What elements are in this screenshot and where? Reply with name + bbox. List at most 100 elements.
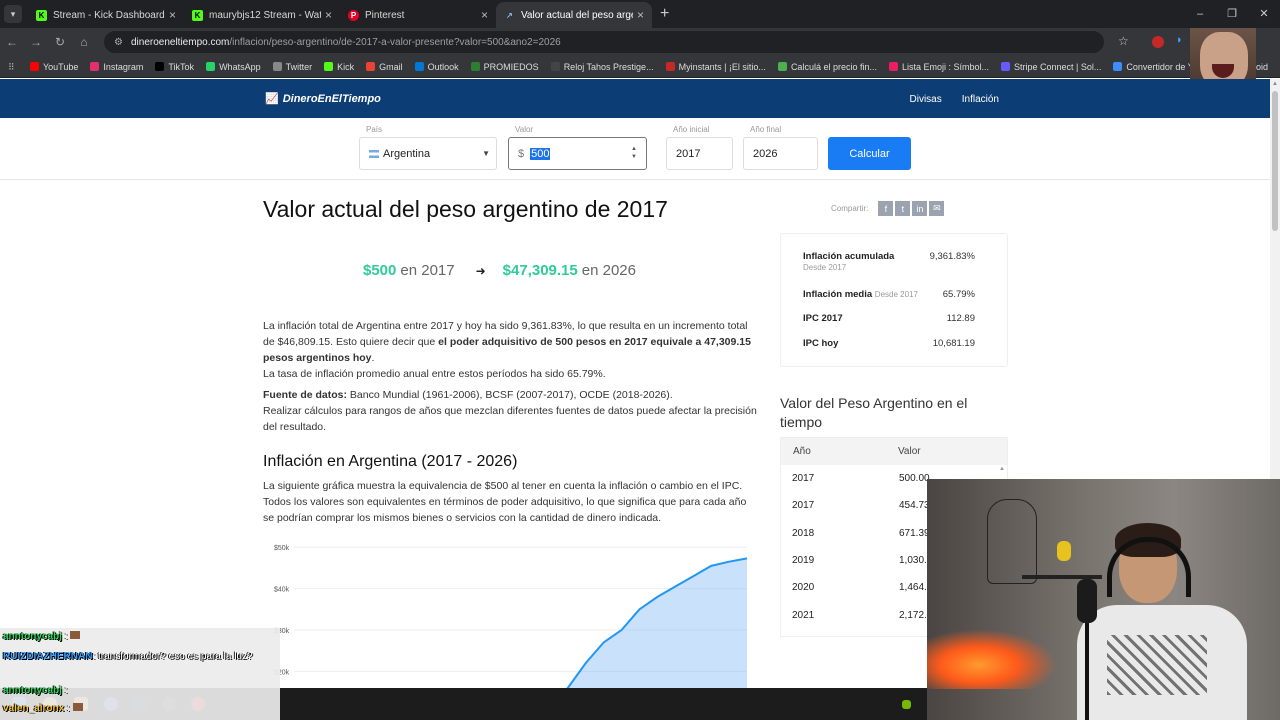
bookmark-item[interactable]: Kick bbox=[324, 62, 354, 72]
browser-tabbar: ▾ K Stream - Kick Dashboard × Kmaurybjs12 … bbox=[0, 0, 1280, 28]
bookmark-item[interactable]: Reloj Tahos Prestige... bbox=[550, 62, 654, 72]
browser-tab[interactable]: P Pinterest × bbox=[340, 2, 496, 28]
start-year-input[interactable]: Año inicial 2017 bbox=[666, 125, 733, 170]
new-tab-button[interactable]: + bbox=[660, 5, 669, 23]
bookmark-item[interactable]: TikTok bbox=[155, 62, 194, 72]
stat-row: Inflación media Desde 2017 65.79% bbox=[803, 289, 975, 300]
chart-trend-icon: 📈 bbox=[265, 93, 279, 105]
figure-toy bbox=[1057, 541, 1071, 561]
facebook-icon[interactable]: f bbox=[878, 201, 894, 216]
twitter-icon[interactable]: t bbox=[895, 201, 911, 216]
close-tab-icon[interactable]: × bbox=[325, 8, 332, 22]
bookmark-item[interactable]: WhatsApp bbox=[206, 62, 261, 72]
section-heading: Inflación en Argentina (2017 - 2026) bbox=[263, 453, 518, 470]
share-bar: Compartir: f t in ✉ bbox=[831, 201, 945, 216]
chevron-down-icon: ▼ bbox=[482, 149, 490, 158]
bookmark-icon bbox=[155, 62, 165, 71]
bookmark-icon bbox=[324, 62, 334, 71]
nav-inflacion[interactable]: Inflación bbox=[962, 94, 999, 105]
y-tick-label: $50k bbox=[274, 545, 290, 552]
browser-tab[interactable]: K Stream - Kick Dashboard × bbox=[28, 2, 184, 28]
stats-card: Inflación acumulada Desde 2017 9,361.83% I… bbox=[780, 233, 1008, 367]
bookmark-icon bbox=[90, 62, 100, 71]
y-tick-label: $40k bbox=[274, 587, 290, 594]
site-logo[interactable]: 📈 DineroEnElTiempo bbox=[265, 92, 381, 106]
apps-icon[interactable]: ⠿ bbox=[8, 62, 16, 72]
chat-message: anntonycabj : bbox=[3, 685, 68, 696]
end-year-input[interactable]: Año final 2026 bbox=[743, 125, 818, 170]
stream-chat-overlay: anntonycabj : RUIZDIAZHERNAN: transforma… bbox=[0, 628, 280, 720]
reload-icon[interactable]: ↻ bbox=[48, 35, 72, 49]
chat-message: anntonycabj : bbox=[3, 631, 81, 642]
arrow-right-icon: ➜ bbox=[475, 263, 486, 278]
bookmark-item[interactable]: Twitter bbox=[272, 62, 312, 72]
extension-icon[interactable]: ◗ bbox=[1176, 34, 1183, 46]
chat-message: RUIZDIAZHERNAN: transformador? eso es pa… bbox=[3, 651, 253, 662]
bookmark-item[interactable]: Lista Emoji : Símbol... bbox=[888, 62, 989, 72]
linkedin-icon[interactable]: in bbox=[912, 201, 928, 216]
bookmark-star-icon[interactable]: ☆ bbox=[1118, 34, 1129, 48]
home-icon[interactable]: ⌂ bbox=[72, 35, 96, 49]
email-icon[interactable]: ✉ bbox=[929, 201, 945, 216]
site-info-icon[interactable]: ⚙ bbox=[114, 37, 123, 48]
amount-input[interactable]: Valor $ 500 ▲ ▼ bbox=[508, 125, 647, 170]
site-header: 📈 DineroEnElTiempo Divisas Inflación bbox=[0, 79, 1270, 118]
stat-row: Inflación acumulada Desde 2017 9,361.83% bbox=[803, 251, 975, 272]
bookmark-icon bbox=[414, 62, 424, 71]
minimize-icon[interactable]: – bbox=[1184, 0, 1216, 28]
bookmark-item[interactable]: YouTube bbox=[29, 62, 78, 72]
maximize-icon[interactable]: ❐ bbox=[1216, 0, 1248, 28]
nvidia-icon[interactable] bbox=[902, 700, 911, 709]
back-icon[interactable]: ← bbox=[0, 35, 24, 49]
microphone bbox=[1077, 579, 1097, 623]
bookmark-item[interactable]: Stripe Connect | Sol... bbox=[1001, 62, 1101, 72]
chart-icon: ↗ bbox=[506, 10, 513, 20]
bookmark-item[interactable]: Myinstants | ¡El sitio... bbox=[665, 62, 766, 72]
number-spinner[interactable]: ▲ ▼ bbox=[631, 145, 637, 161]
emote-icon bbox=[72, 703, 83, 711]
bookmark-icon bbox=[366, 62, 376, 71]
url-input[interactable]: ⚙ dineroeneltiempo.com/inflacion/peso-ar… bbox=[104, 31, 1104, 53]
streamer-webcam bbox=[927, 479, 1280, 720]
emote-icon bbox=[70, 631, 81, 639]
chart-description: La siguiente gráfica muestra la equivale… bbox=[263, 480, 747, 524]
bookmark-icon bbox=[206, 62, 216, 71]
scrollbar-thumb[interactable] bbox=[1272, 91, 1278, 231]
kick-icon: K bbox=[36, 9, 47, 21]
bookmark-item[interactable]: Gmail bbox=[366, 62, 403, 72]
close-window-icon[interactable]: ✕ bbox=[1248, 0, 1280, 28]
browser-tab[interactable]: Kmaurybjs12 Stream - Watch Live× bbox=[184, 2, 340, 28]
bookmark-item[interactable]: Outlook bbox=[414, 62, 459, 72]
window-controls: – ❐ ✕ bbox=[1184, 0, 1280, 28]
browser-tab-active[interactable]: ↗Valor actual del peso argentino× bbox=[496, 2, 652, 28]
calculate-button[interactable]: Calcular bbox=[828, 137, 911, 170]
close-tab-icon[interactable]: × bbox=[169, 8, 176, 22]
tab-search-button[interactable]: ▾ bbox=[4, 5, 22, 23]
table-title: Valor del Peso Argentino en el tiempo bbox=[780, 395, 968, 430]
site-nav: Divisas Inflación bbox=[910, 94, 999, 105]
bookmark-item[interactable]: PROMIEDOS bbox=[470, 62, 539, 72]
summary-paragraph: La inflación total de Argentina entre 20… bbox=[263, 320, 751, 380]
wall-drawing bbox=[987, 499, 1037, 584]
country-select[interactable]: País Argentina ▼ bbox=[359, 125, 497, 170]
bookmark-icon bbox=[29, 62, 39, 71]
chat-message: valen_aironx : bbox=[3, 703, 83, 714]
bookmark-item[interactable]: Calculá el precio fin... bbox=[777, 62, 877, 72]
bookmark-item[interactable]: Instagram bbox=[90, 62, 143, 72]
page-title: Valor actual del peso argentino de 2017 bbox=[263, 196, 668, 222]
extension-icon[interactable] bbox=[1152, 36, 1164, 48]
bookmark-icon bbox=[550, 62, 560, 71]
source-paragraph: Fuente de datos: Banco Mundial (1961-200… bbox=[263, 389, 757, 433]
nav-divisas[interactable]: Divisas bbox=[910, 94, 942, 105]
area-fill bbox=[514, 558, 747, 688]
bookmark-icon bbox=[272, 62, 282, 71]
close-tab-icon[interactable]: × bbox=[637, 8, 644, 22]
bookmark-icon bbox=[888, 62, 898, 71]
inflation-chart: $50k$40k$30k$20k bbox=[274, 545, 748, 688]
kick-icon: K bbox=[192, 9, 203, 21]
pinterest-icon: P bbox=[348, 9, 359, 21]
table-header: Año Valor bbox=[781, 438, 1007, 465]
close-tab-icon[interactable]: × bbox=[481, 8, 488, 22]
scroll-up-icon[interactable]: ▲ bbox=[999, 466, 1005, 472]
forward-icon[interactable]: → bbox=[24, 35, 48, 49]
